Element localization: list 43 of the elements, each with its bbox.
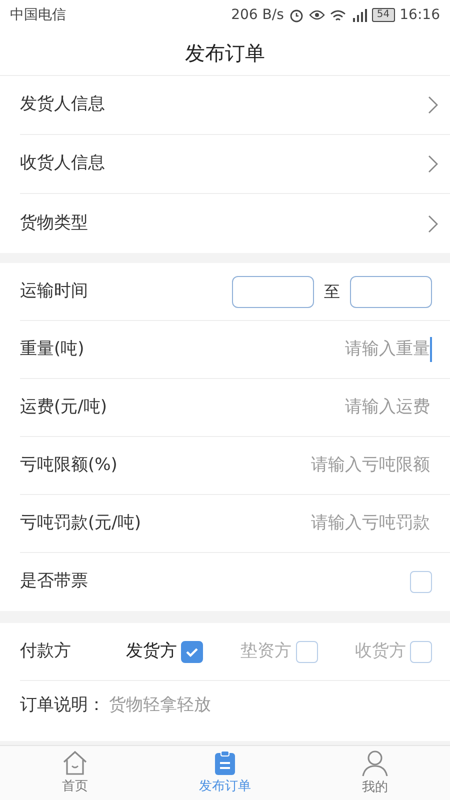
- eye-icon: [308, 9, 325, 21]
- field-label: 亏吨罚款(元/吨): [20, 512, 141, 535]
- tab-item[interactable]: 首页: [0, 746, 150, 800]
- chevron-right-icon: [428, 214, 438, 232]
- clipboard-icon: [213, 750, 237, 776]
- checkbox[interactable]: [181, 640, 203, 662]
- note-text: 货物轻拿轻放: [109, 694, 211, 717]
- field-label: 重量(吨): [20, 338, 84, 361]
- tab-item[interactable]: 我的: [300, 746, 450, 800]
- field-label: 运输时间: [20, 280, 88, 303]
- input-field[interactable]: 请输入亏吨罚款: [260, 510, 432, 536]
- wifi-icon: [330, 8, 346, 22]
- field-label: 付款方: [20, 640, 72, 663]
- start-time-field[interactable]: [232, 276, 314, 308]
- network-speed: 206 B/s: [231, 6, 284, 24]
- alarm-icon: [288, 8, 304, 22]
- user-icon: [361, 748, 389, 777]
- checkbox[interactable]: [410, 640, 432, 662]
- page-title: 发布订单: [185, 40, 265, 66]
- nav-row[interactable]: 发货人信息: [20, 76, 450, 135]
- option-label: 发货方: [126, 640, 177, 663]
- field-label: 亏吨限额(%): [20, 454, 118, 477]
- home-icon: [61, 750, 89, 776]
- signal-icon: [350, 8, 367, 22]
- option-label: 收货方: [355, 640, 406, 663]
- field-label: 运费(元/吨): [20, 396, 107, 419]
- carrier-name: 中国电信: [10, 6, 66, 24]
- end-time-field[interactable]: [350, 276, 432, 308]
- input-field[interactable]: 请输入重量: [260, 336, 432, 362]
- nav-row[interactable]: 收货人信息: [20, 135, 450, 194]
- field-label: 订单说明：: [20, 694, 105, 717]
- battery-indicator: 54: [372, 8, 395, 22]
- clock-time: 16:16: [400, 6, 440, 24]
- range-separator: 至: [324, 280, 340, 302]
- option-label: 垫资方: [240, 640, 292, 663]
- chevron-right-icon: [428, 155, 438, 173]
- input-field[interactable]: 请输入运费: [260, 394, 432, 420]
- input-field[interactable]: 请输入亏吨限额: [260, 452, 432, 478]
- chevron-right-icon: [428, 96, 438, 114]
- checkbox[interactable]: [296, 640, 318, 662]
- field-label: 是否带票: [20, 570, 88, 594]
- nav-row[interactable]: 货物类型: [20, 194, 450, 253]
- checkbox[interactable]: [410, 571, 432, 593]
